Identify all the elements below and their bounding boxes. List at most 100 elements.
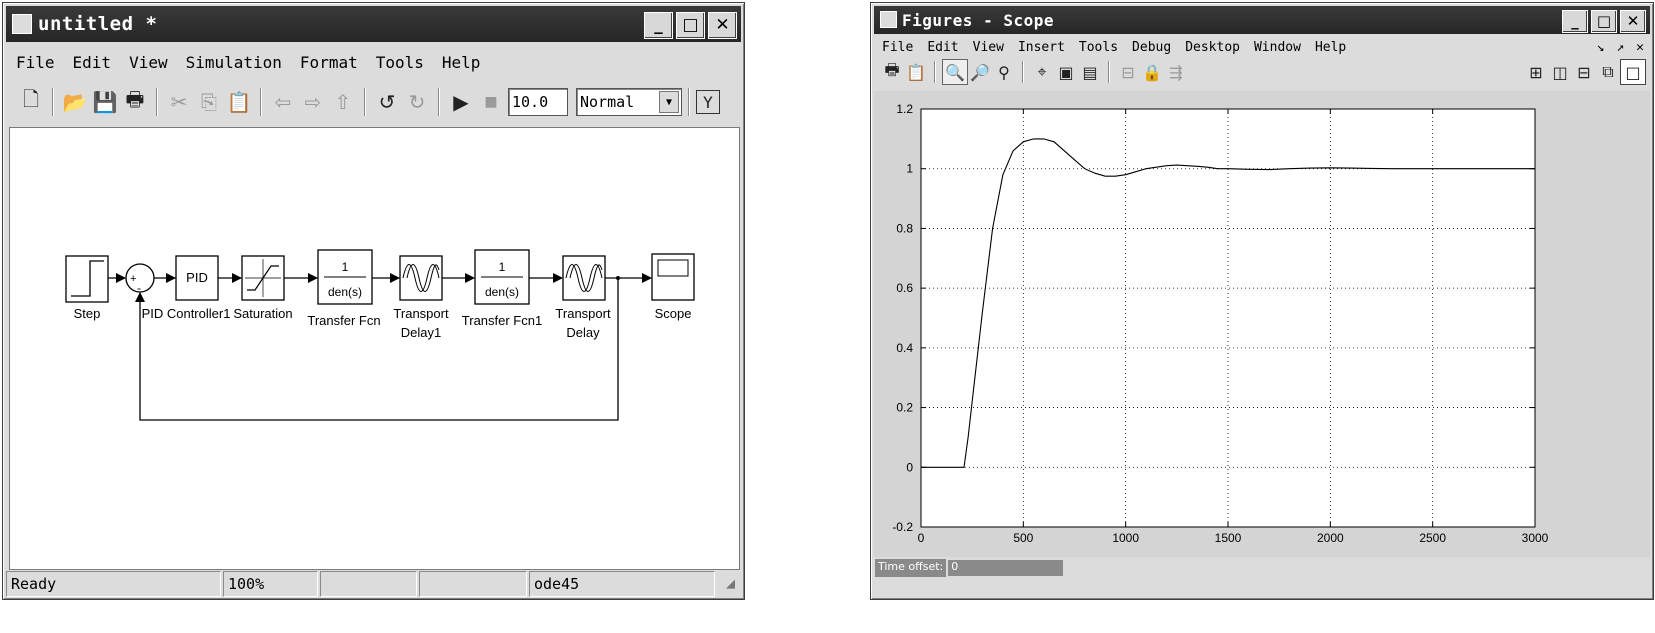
- sim-mode-select[interactable]: Normal ▼: [576, 88, 682, 116]
- axes-box: [920, 108, 1536, 528]
- tile-icon[interactable]: ⊞: [1524, 60, 1548, 84]
- copy-icon[interactable]: ⎘: [194, 87, 224, 117]
- transfer-fcn1-denominator: den(s): [485, 285, 519, 299]
- x-tick-label: 0: [918, 531, 925, 545]
- back-icon[interactable]: ⇦: [268, 87, 298, 117]
- maximize-button[interactable]: □: [676, 12, 705, 39]
- scope-block[interactable]: [651, 253, 695, 301]
- library-icon[interactable]: Y: [696, 90, 720, 114]
- figure-toolbar: 🖶 📋 🔍 🔎 ⚲ ⌖ ▣ ▤ ⊟ 🔒 ⇶ ⊞ ◫ ⊟ ⧉ □: [874, 58, 1650, 86]
- saturation-label: Saturation: [233, 306, 292, 321]
- cut-icon[interactable]: ✂: [164, 87, 194, 117]
- zoom-icon[interactable]: ⚲: [992, 60, 1016, 84]
- data-cursor-icon[interactable]: ⌖: [1030, 60, 1054, 84]
- play-icon[interactable]: ▶: [446, 87, 476, 117]
- figure-menu-file[interactable]: File: [882, 40, 913, 55]
- model-canvas[interactable]: Step + - PID PID Controller1 Saturation: [9, 127, 740, 570]
- matlab-figure-icon: [880, 11, 897, 28]
- maximize-button[interactable]: □: [1591, 10, 1617, 33]
- transport-delay1-label-line2: Delay1: [401, 325, 441, 340]
- float-icon[interactable]: ⊟: [1116, 60, 1140, 84]
- status-state: Ready: [6, 571, 221, 597]
- cols-icon[interactable]: ⊟: [1572, 60, 1596, 84]
- resize-grip-icon[interactable]: ◢: [717, 571, 739, 597]
- paste-icon[interactable]: 📋: [224, 87, 254, 117]
- transport-delay-block[interactable]: [562, 255, 606, 301]
- chevron-down-icon[interactable]: ▼: [659, 91, 679, 113]
- y-tick-label: 0.2: [896, 401, 913, 415]
- x-tick-label: 2000: [1317, 531, 1344, 545]
- y-tick-label: 0: [906, 460, 913, 474]
- figure-menu-desktop[interactable]: Desktop: [1185, 40, 1240, 55]
- transport-delay1-block[interactable]: [399, 255, 443, 301]
- simulink-title-bar[interactable]: untitled * _ □ ✕: [6, 6, 741, 42]
- figure-menu-help[interactable]: Help: [1315, 40, 1346, 55]
- save-icon[interactable]: 💾: [90, 87, 120, 117]
- menu-simulation[interactable]: Simulation: [186, 53, 282, 72]
- figure-menu-insert[interactable]: Insert: [1018, 40, 1065, 55]
- figure-window-title: Figures - Scope: [902, 11, 1054, 30]
- x-tick-label: 2500: [1419, 531, 1446, 545]
- menu-help[interactable]: Help: [442, 53, 481, 72]
- new-icon[interactable]: 🗋: [16, 87, 46, 117]
- sum-plus-sign: +: [130, 273, 136, 285]
- branch-point: [616, 276, 620, 280]
- signal-select-icon[interactable]: ⇶: [1164, 60, 1188, 84]
- stop-time-input[interactable]: 10.0: [508, 88, 568, 116]
- figure-menu-tools[interactable]: Tools: [1079, 40, 1118, 55]
- up-icon[interactable]: ⇧: [328, 87, 358, 117]
- close-button[interactable]: ✕: [708, 12, 737, 39]
- simulink-window-title: untitled *: [38, 13, 158, 35]
- save-icon[interactable]: ▣: [1054, 60, 1078, 84]
- rows-icon[interactable]: ◫: [1548, 60, 1572, 84]
- scope-figure-window: Figures - Scope _ □ ✕ File Edit View Ins…: [870, 2, 1654, 600]
- menu-edit[interactable]: Edit: [73, 53, 112, 72]
- transfer-fcn-denominator: den(s): [328, 285, 362, 299]
- step-response-chart[interactable]: 0 500 1000 1500 2000 2500 3000 -0.2 0 0.2 0.4 0.6 0.…: [874, 91, 1650, 557]
- menu-file[interactable]: File: [16, 53, 55, 72]
- undock-arrow-icon[interactable]: ↘: [1597, 40, 1605, 55]
- figure-title-bar[interactable]: Figures - Scope _ □ ✕: [874, 6, 1650, 34]
- maximize-icon[interactable]: □: [1620, 59, 1646, 85]
- y-tick-label: -0.2: [892, 520, 913, 534]
- stop-icon[interactable]: ■: [476, 87, 506, 117]
- pid-block-text: PID: [186, 270, 208, 285]
- save-as-icon[interactable]: ▤: [1078, 60, 1102, 84]
- figure-menu-view[interactable]: View: [973, 40, 1004, 55]
- figure-close-x-icon[interactable]: ✕: [1636, 40, 1644, 55]
- saturation-block[interactable]: [241, 255, 285, 301]
- print-icon[interactable]: 🖶: [120, 87, 150, 117]
- transfer-fcn-numerator: 1: [342, 260, 349, 274]
- plot-area: 0 500 1000 1500 2000 2500 3000 -0.2 0 0.2 0.4 0.6 0.…: [874, 91, 1650, 557]
- step-block[interactable]: [65, 255, 109, 303]
- status-empty-1: [320, 571, 417, 597]
- zoom-out-icon[interactable]: 🔎: [968, 60, 992, 84]
- x-tick-label: 3000: [1522, 531, 1549, 545]
- transport-delay-label-line1: Transport: [555, 306, 611, 321]
- copy-figure-icon[interactable]: 📋: [904, 60, 928, 84]
- status-empty-2: [419, 571, 527, 597]
- simulink-status-bar: Ready 100% ode45 ◢: [6, 571, 741, 597]
- dock-arrow-icon[interactable]: ↗: [1616, 40, 1624, 55]
- undo-icon[interactable]: ↺: [372, 87, 402, 117]
- figure-menu-window[interactable]: Window: [1254, 40, 1301, 55]
- figure-menu-edit[interactable]: Edit: [927, 40, 958, 55]
- minimize-button[interactable]: _: [1562, 10, 1588, 33]
- menu-format[interactable]: Format: [300, 53, 358, 72]
- menu-view[interactable]: View: [129, 53, 168, 72]
- minimize-button[interactable]: _: [644, 12, 673, 39]
- sum-minus-sign: -: [137, 281, 141, 295]
- lock-icon[interactable]: 🔒: [1140, 60, 1164, 84]
- zoom-in-icon[interactable]: 🔍: [942, 59, 968, 85]
- close-button[interactable]: ✕: [1620, 10, 1646, 33]
- forward-icon[interactable]: ⇨: [298, 87, 328, 117]
- simulink-app-icon: [12, 14, 32, 34]
- print-icon[interactable]: 🖶: [880, 60, 904, 84]
- redo-icon[interactable]: ↻: [402, 87, 432, 117]
- menu-tools[interactable]: Tools: [376, 53, 424, 72]
- figure-menu-debug[interactable]: Debug: [1132, 40, 1171, 55]
- pid-label: PID Controller1: [142, 306, 231, 321]
- restore-icon[interactable]: ⧉: [1596, 60, 1620, 84]
- transfer-fcn1-label: Transfer Fcn1: [462, 313, 542, 328]
- open-icon[interactable]: 📂: [60, 87, 90, 117]
